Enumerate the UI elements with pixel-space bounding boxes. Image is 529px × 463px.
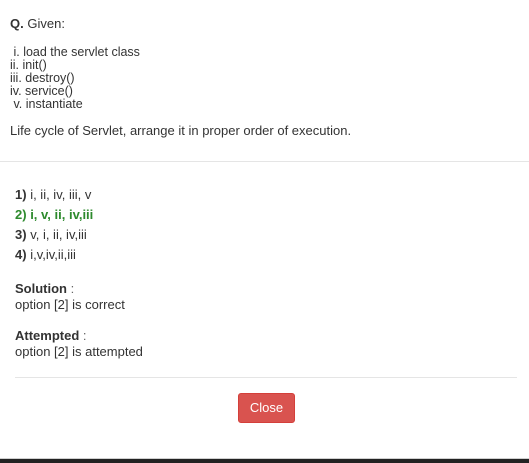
option-text: i, v, ii, iv,iii — [30, 207, 94, 222]
solution-label: Solution — [15, 281, 67, 296]
option-number: 2) — [15, 207, 27, 222]
solution-section: Solution : option [2] is correct — [15, 281, 515, 313]
option-list: 1) i, ii, iv, iii, v 2) i, v, ii, iv,iii… — [15, 185, 515, 265]
option-text: i, ii, iv, iii, v — [30, 187, 92, 202]
step-item: v. instantiate — [10, 97, 83, 111]
option-text: v, i, ii, iv,iii — [30, 227, 87, 242]
answer-modal: Q. Given: i. load the servlet class ii. … — [0, 0, 529, 459]
attempted-colon: : — [82, 328, 87, 343]
question-block: Q. Given: i. load the servlet class ii. … — [10, 16, 520, 139]
solution-colon: : — [70, 281, 75, 296]
attempted-label: Attempted — [15, 328, 80, 343]
option-4: 4) i,v,iv,ii,iii — [15, 245, 515, 265]
solution-text: option [2] is correct — [15, 297, 125, 312]
step-item: ii. init() — [10, 58, 47, 72]
step-item: i. load the servlet class — [10, 45, 140, 59]
option-number: 3) — [15, 227, 27, 242]
attempted-section: Attempted : option [2] is attempted — [15, 328, 515, 360]
question-text: Life cycle of Servlet, arrange it in pro… — [10, 123, 352, 138]
option-1: 1) i, ii, iv, iii, v — [15, 185, 515, 205]
header-divider — [0, 161, 529, 162]
option-2-correct: 2) i, v, ii, iv,iii — [15, 205, 515, 225]
option-text: i,v,iv,ii,iii — [30, 247, 76, 262]
step-item: iv. service() — [10, 84, 73, 98]
question-lead: Given: — [27, 16, 65, 31]
step-list: i. load the servlet class ii. init() iii… — [10, 46, 520, 111]
footer-divider — [15, 377, 517, 378]
step-item: iii. destroy() — [10, 71, 75, 85]
close-button[interactable]: Close — [238, 393, 295, 423]
option-number: 1) — [15, 187, 27, 202]
attempted-text: option [2] is attempted — [15, 344, 143, 359]
page-bottom-edge — [0, 459, 529, 463]
option-number: 4) — [15, 247, 27, 262]
question-prefix: Q. — [10, 16, 24, 31]
option-3: 3) v, i, ii, iv,iii — [15, 225, 515, 245]
question-header: Q. Given: — [10, 16, 520, 32]
